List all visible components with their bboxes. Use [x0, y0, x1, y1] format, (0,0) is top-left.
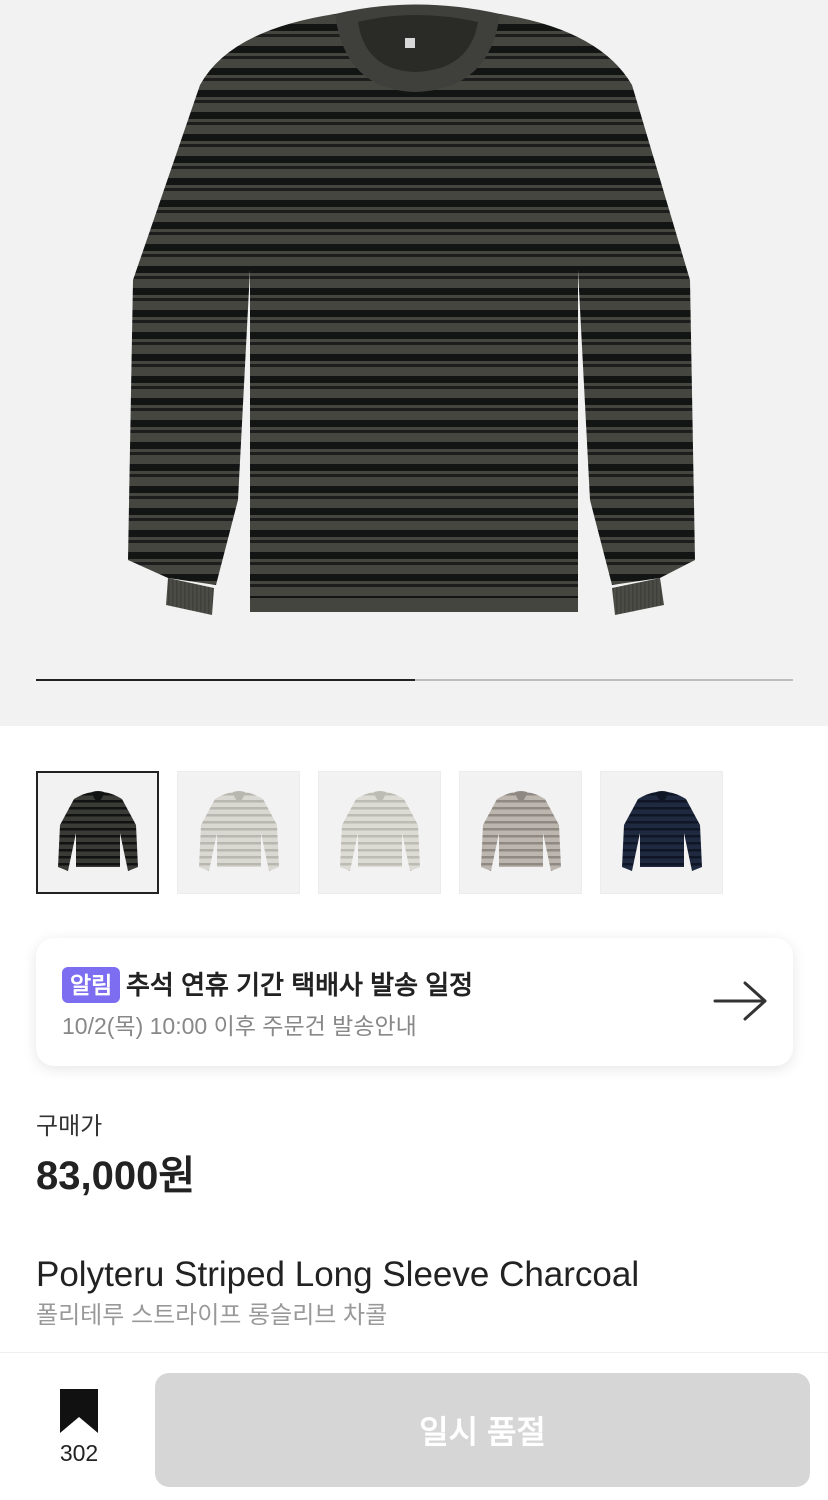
shirt-thumbnail-image — [339, 790, 420, 871]
shirt-thumbnail-image — [480, 790, 561, 871]
notice-subtitle: 10/2(목) 10:00 이후 주문건 발송안내 — [62, 1013, 417, 1039]
shirt-thumbnail-image — [57, 790, 138, 871]
product-name-ko: 폴리테루 스트라이프 롱슬리브 차콜 — [36, 1302, 388, 1329]
sold-out-button[interactable]: 일시 품절 — [155, 1373, 810, 1487]
color-thumbnails — [36, 771, 723, 894]
product-name-en: Polyteru Striped Long Sleeve Charcoal — [36, 1255, 640, 1294]
notice-title: 추석 연휴 기간 택배사 발송 일정 — [126, 970, 474, 1000]
gallery-progress-fill — [36, 679, 415, 681]
color-thumbnail-light-gray[interactable] — [177, 771, 300, 894]
color-thumbnail-navy[interactable] — [600, 771, 723, 894]
bookmark-count: 302 — [59, 1440, 99, 1466]
shirt-thumbnail-image — [198, 790, 279, 871]
product-image[interactable] — [0, 0, 828, 726]
bookmark-button[interactable]: 302 — [44, 1389, 114, 1467]
color-thumbnail-taupe[interactable] — [459, 771, 582, 894]
color-thumbnail-ivory[interactable] — [318, 771, 441, 894]
arrow-right-icon[interactable] — [713, 980, 769, 1027]
bottom-action-bar: 302 일시 품절 — [0, 1352, 828, 1500]
price-label: 구매가 — [36, 1113, 103, 1140]
color-thumbnail-charcoal[interactable] — [36, 771, 159, 894]
product-gallery[interactable] — [0, 0, 828, 726]
gallery-progress-track — [36, 679, 793, 681]
shirt-thumbnail-image — [621, 790, 702, 871]
notice-banner[interactable]: 알림 추석 연휴 기간 택배사 발송 일정 10/2(목) 10:00 이후 주… — [36, 938, 793, 1066]
notice-badge: 알림 — [62, 967, 121, 1003]
price-value: 83,000원 — [36, 1154, 196, 1198]
bookmark-icon — [60, 1389, 98, 1433]
